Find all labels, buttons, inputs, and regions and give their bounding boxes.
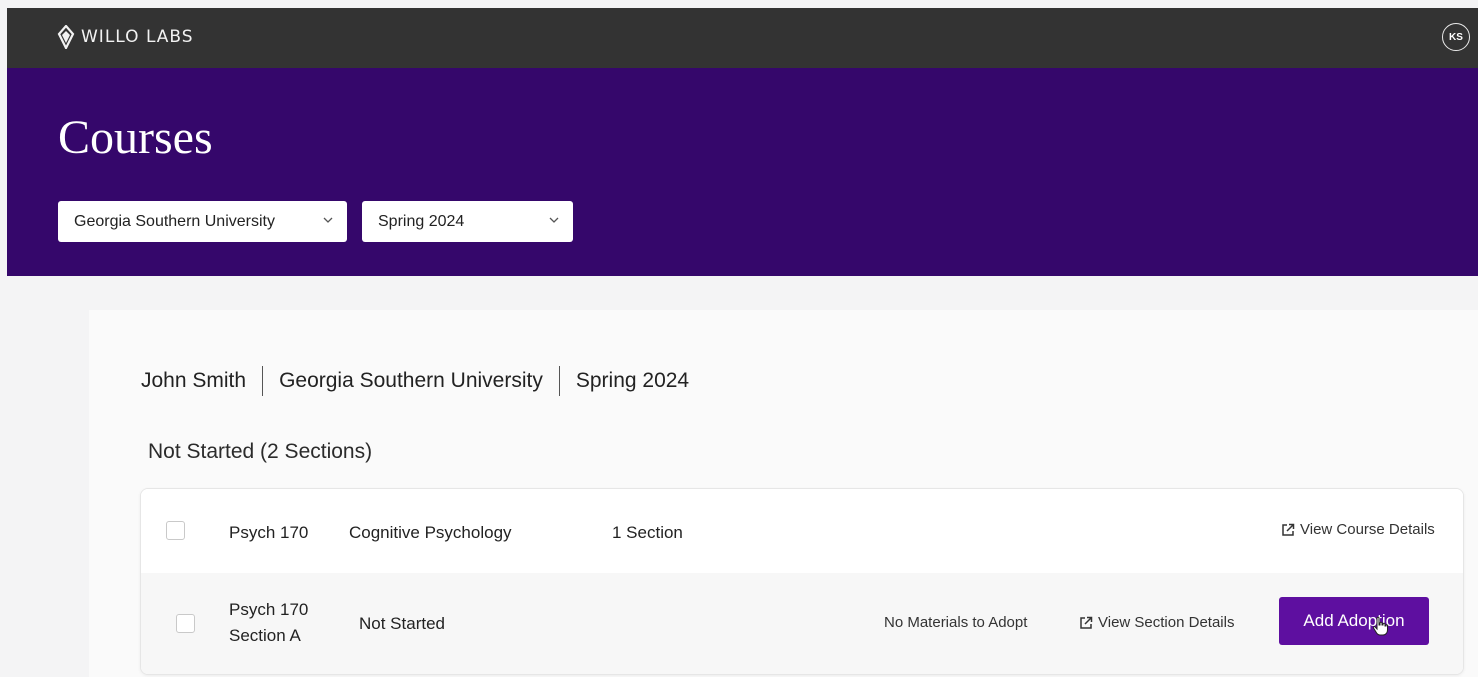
divider	[558, 366, 560, 396]
view-section-details-link[interactable]: View Section Details	[1079, 614, 1234, 631]
courses-panel: John Smith Georgia Southern University S…	[89, 310, 1478, 677]
external-link-icon	[1282, 523, 1295, 536]
course-row: Psych 170 Cognitive Psychology 1 Section…	[141, 489, 1463, 574]
section-name: Section A	[229, 626, 301, 645]
external-link-icon	[1080, 616, 1093, 629]
section-row: Psych 170 Section A Not Started No Mater…	[141, 573, 1463, 674]
school-select[interactable]: Georgia Southern University	[58, 201, 347, 242]
term-select-value: Spring 2024	[378, 212, 465, 230]
course-checkbox[interactable]	[166, 521, 185, 540]
view-section-details-label: View Section Details	[1098, 614, 1235, 631]
section-status: Not Started	[359, 614, 445, 633]
instructor-name: John Smith	[141, 369, 247, 392]
section-code: Psych 170	[229, 600, 309, 619]
course-name: Cognitive Psychology	[349, 523, 512, 542]
user-avatar[interactable]: KS	[1442, 23, 1470, 51]
willo-logo-icon	[57, 25, 75, 49]
context-breadcrumb: John Smith Georgia Southern University S…	[141, 366, 689, 396]
term-select[interactable]: Spring 2024	[362, 201, 573, 242]
chevron-down-icon	[323, 217, 333, 223]
view-course-details-label: View Course Details	[1300, 521, 1435, 538]
section-checkbox[interactable]	[176, 614, 195, 633]
section-count: 1 Section	[612, 523, 683, 542]
term-name: Spring 2024	[575, 369, 690, 392]
course-code: Psych 170	[229, 523, 309, 542]
brand[interactable]: WILLO LABS	[57, 25, 194, 49]
hand-cursor-icon	[1372, 616, 1388, 636]
course-table: Psych 170 Cognitive Psychology 1 Section…	[140, 488, 1464, 675]
view-course-details-link[interactable]: View Course Details	[1281, 521, 1435, 538]
school-name: Georgia Southern University	[279, 369, 543, 392]
status-group-title: Not Started (2 Sections)	[148, 440, 373, 463]
divider	[262, 366, 264, 396]
top-nav-bar: WILLO LABS KS	[7, 8, 1478, 68]
add-adoption-button[interactable]: Add Adoption	[1279, 597, 1429, 645]
school-select-value: Georgia Southern University	[74, 212, 275, 230]
brand-name: WILLO LABS	[81, 27, 194, 47]
chevron-down-icon	[549, 217, 559, 223]
courses-hero: Courses Georgia Southern University Spri…	[7, 68, 1478, 276]
materials-status: No Materials to Adopt	[884, 614, 1028, 631]
page-title: Courses	[58, 111, 213, 164]
